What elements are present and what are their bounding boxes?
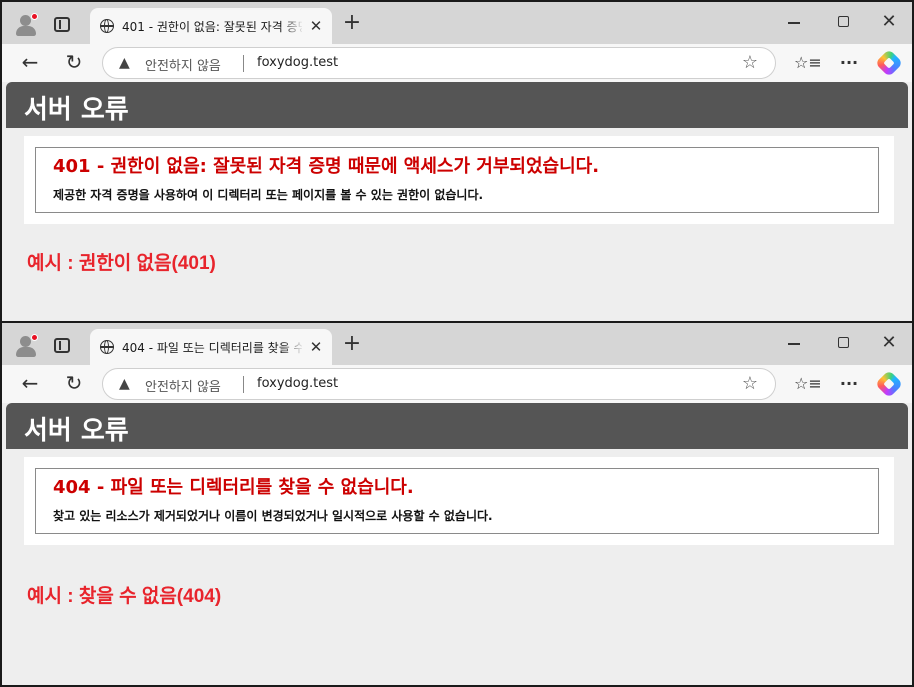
url-text[interactable]: foxydog.test [257, 55, 338, 70]
header-title: 서버 오류 [24, 416, 129, 446]
maximize-icon[interactable] [838, 337, 849, 348]
tab-active[interactable]: 404 - 파일 또는 디렉터리를 찾을 수 없습니다. ✕ [90, 329, 332, 365]
header-title: 서버 오류 [24, 95, 129, 125]
address-divider [243, 376, 244, 393]
warning-icon[interactable]: ▲ [119, 54, 135, 72]
tab-actions-icon[interactable] [54, 17, 70, 32]
tab-title: 404 - 파일 또는 디렉터리를 찾을 수 없습니다. [122, 341, 302, 355]
favorite-star-icon[interactable]: ☆ [739, 52, 761, 74]
error-description: 제공한 자격 증명을 사용하여 이 디렉터리 또는 페이지를 볼 수 있는 권한… [53, 188, 484, 202]
reload-icon[interactable]: ↻ [62, 50, 86, 74]
toolbar: ← ↻ ▲ 안전하지 않음 foxydog.test ☆ ☆≡ ··· [2, 44, 912, 82]
tab-close-icon[interactable]: ✕ [308, 338, 324, 356]
window-close-icon[interactable]: ✕ [880, 332, 898, 354]
back-icon[interactable]: ← [18, 371, 42, 395]
error-fieldset: 401 - 권한이 없음: 잘못된 자격 증명 때문에 액세스가 거부되었습니다… [35, 147, 879, 213]
page-content: 서버 오류 401 - 권한이 없음: 잘못된 자격 증명 때문에 액세스가 거… [2, 82, 912, 321]
new-tab-button[interactable]: + [341, 11, 363, 35]
error-panel: 401 - 권한이 없음: 잘못된 자격 증명 때문에 액세스가 거부되었습니다… [24, 136, 894, 224]
favorite-star-icon[interactable]: ☆ [739, 373, 761, 395]
window-close-icon[interactable]: ✕ [880, 11, 898, 33]
error-panel: 404 - 파일 또는 디렉터리를 찾을 수 없습니다. 찾고 있는 리소스가 … [24, 457, 894, 545]
minimize-icon[interactable] [788, 22, 800, 24]
maximize-icon[interactable] [838, 16, 849, 27]
tab-actions-icon[interactable] [54, 338, 70, 353]
browser-window-404: 404 - 파일 또는 디렉터리를 찾을 수 없습니다. ✕ + ✕ ← ↻ ▲… [0, 321, 914, 687]
back-icon[interactable]: ← [18, 50, 42, 74]
reload-icon[interactable]: ↻ [62, 371, 86, 395]
favorites-list-icon[interactable]: ☆≡ [794, 373, 822, 395]
globe-icon [100, 18, 114, 33]
error-description: 찾고 있는 리소스가 제거되었거나 이름이 변경되었거나 일시적으로 사용할 수… [53, 509, 493, 523]
security-label[interactable]: 안전하지 않음 [145, 376, 221, 395]
profile-icon[interactable] [14, 13, 38, 37]
error-title: 404 - 파일 또는 디렉터리를 찾을 수 없습니다. [53, 477, 414, 498]
copilot-icon[interactable] [874, 48, 904, 78]
copilot-icon[interactable] [874, 369, 904, 399]
profile-icon[interactable] [14, 334, 38, 358]
tab-bar: 404 - 파일 또는 디렉터리를 찾을 수 없습니다. ✕ + ✕ [2, 323, 912, 365]
url-text[interactable]: foxydog.test [257, 376, 338, 391]
more-menu-icon[interactable]: ··· [838, 373, 860, 395]
example-caption: 예시 : 권한이 없음(401) [27, 253, 216, 274]
security-label[interactable]: 안전하지 않음 [145, 55, 221, 74]
error-title: 401 - 권한이 없음: 잘못된 자격 증명 때문에 액세스가 거부되었습니다… [53, 156, 600, 177]
minimize-icon[interactable] [788, 343, 800, 345]
globe-icon [100, 339, 114, 354]
warning-icon[interactable]: ▲ [119, 375, 135, 393]
error-fieldset: 404 - 파일 또는 디렉터리를 찾을 수 없습니다. 찾고 있는 리소스가 … [35, 468, 879, 534]
favorites-list-icon[interactable]: ☆≡ [794, 52, 822, 74]
tab-active[interactable]: 401 - 권한이 없음: 잘못된 자격 증명 때문에 액세스가 거부되었습니다… [90, 8, 332, 44]
address-bar[interactable]: ▲ 안전하지 않음 foxydog.test ☆ [102, 47, 776, 79]
page-header: 서버 오류 [6, 82, 908, 128]
tab-title: 401 - 권한이 없음: 잘못된 자격 증명 때문에 액세스가 거부되었습니다… [122, 20, 302, 34]
tab-close-icon[interactable]: ✕ [308, 17, 324, 35]
new-tab-button[interactable]: + [341, 332, 363, 356]
example-caption: 예시 : 찾을 수 없음(404) [27, 586, 222, 607]
page-content: 서버 오류 404 - 파일 또는 디렉터리를 찾을 수 없습니다. 찾고 있는… [2, 403, 912, 685]
address-divider [243, 55, 244, 72]
more-menu-icon[interactable]: ··· [838, 52, 860, 74]
address-bar[interactable]: ▲ 안전하지 않음 foxydog.test ☆ [102, 368, 776, 400]
browser-window-401: 401 - 권한이 없음: 잘못된 자격 증명 때문에 액세스가 거부되었습니다… [0, 0, 914, 323]
tab-bar: 401 - 권한이 없음: 잘못된 자격 증명 때문에 액세스가 거부되었습니다… [2, 2, 912, 44]
page-header: 서버 오류 [6, 403, 908, 449]
toolbar: ← ↻ ▲ 안전하지 않음 foxydog.test ☆ ☆≡ ··· [2, 365, 912, 403]
